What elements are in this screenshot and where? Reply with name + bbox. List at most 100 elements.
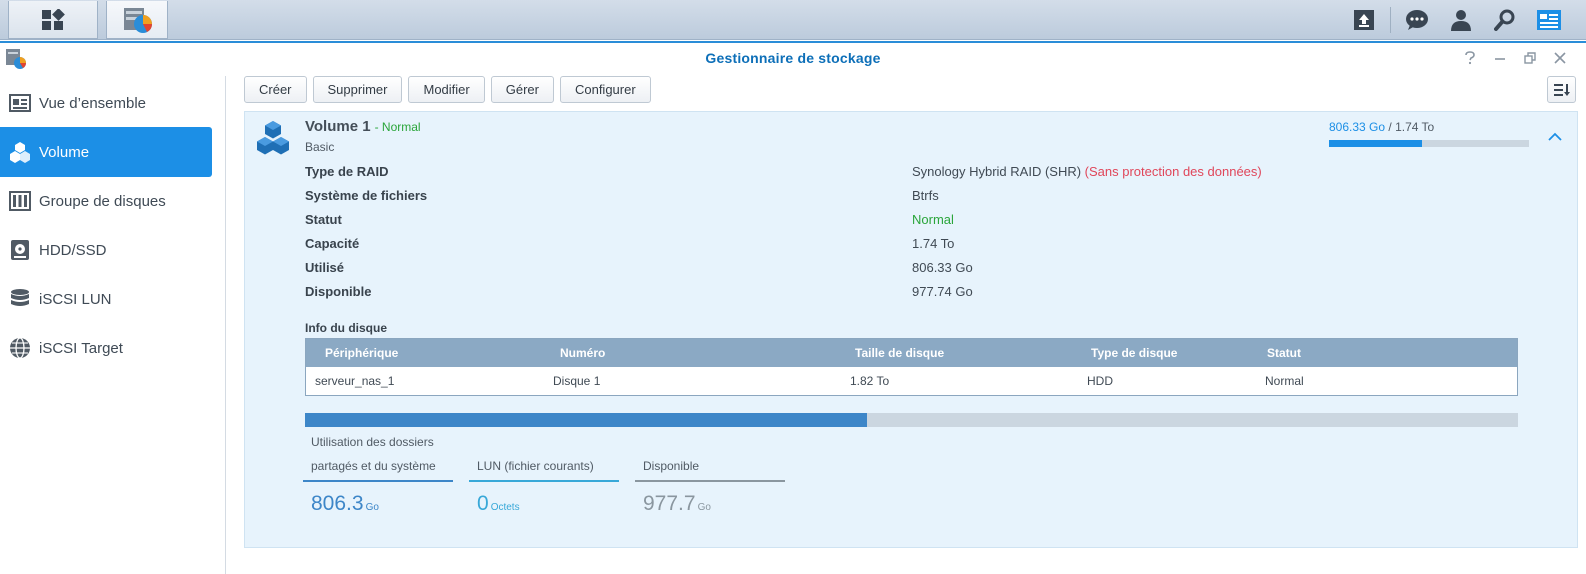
database-icon bbox=[9, 288, 31, 310]
legend-label: Disponible bbox=[635, 432, 785, 480]
usage-mini-bar bbox=[1329, 140, 1529, 147]
help-button[interactable] bbox=[1458, 48, 1482, 68]
chevron-up-icon bbox=[1548, 132, 1562, 141]
widgets-icon bbox=[1537, 10, 1561, 30]
search-icon bbox=[1494, 9, 1515, 31]
prop-label-used: Utilisé bbox=[305, 260, 345, 275]
legend-unit: Octets bbox=[490, 502, 520, 513]
overview-icon bbox=[9, 92, 31, 114]
chat-icon bbox=[1406, 10, 1428, 30]
column-header-disk-type: Type de disque bbox=[1091, 346, 1178, 360]
legend-label-line2: Disponible bbox=[643, 459, 700, 473]
window-controls bbox=[1458, 48, 1572, 68]
sidebar-item-label: iSCSI LUN bbox=[39, 290, 112, 308]
sidebar-item-disk-group[interactable]: Groupe de disques bbox=[0, 176, 212, 226]
prop-value-status: Normal bbox=[912, 212, 954, 227]
legend-unit: Go bbox=[697, 502, 711, 513]
sidebar-item-label: HDD/SSD bbox=[39, 241, 107, 259]
taskbar bbox=[0, 0, 1586, 40]
main-menu-button[interactable] bbox=[8, 1, 98, 39]
usage-total: 1.74 To bbox=[1395, 120, 1435, 134]
legend-underline bbox=[635, 480, 785, 482]
delete-button[interactable]: Supprimer bbox=[312, 76, 403, 103]
chat-button[interactable] bbox=[1395, 0, 1439, 40]
legend-item-lun: LUN (fichier courants) 0 Octets bbox=[469, 432, 619, 516]
sort-button[interactable] bbox=[1547, 76, 1576, 103]
column-header-disk-size: Taille de disque bbox=[855, 346, 945, 360]
legend-item-shared-folders: Utilisation des dossiers partagés et du … bbox=[303, 432, 453, 516]
disk-info-table: Périphérique Numéro Taille de disque Typ… bbox=[305, 338, 1518, 396]
usage-separator: / bbox=[1385, 120, 1396, 134]
restore-button[interactable] bbox=[1518, 48, 1542, 68]
prop-value-available: 977.74 Go bbox=[912, 284, 973, 299]
close-icon bbox=[1554, 52, 1566, 64]
legend-value: 806.3 Go bbox=[303, 492, 453, 516]
toolbar: Créer Supprimer Modifier Gérer Configure… bbox=[244, 76, 651, 104]
legend-number: 0 bbox=[477, 492, 489, 515]
cell-number: Disque 1 bbox=[553, 374, 601, 388]
column-header-device: Périphérique bbox=[325, 346, 399, 360]
hdd-icon bbox=[9, 239, 31, 261]
sidebar-item-hdd-ssd[interactable]: HDD/SSD bbox=[0, 225, 212, 275]
table-row[interactable]: serveur_nas_1 Disque 1 1.82 To HDD Norma… bbox=[306, 367, 1517, 395]
window-title-bar: Gestionnaire de stockage bbox=[0, 41, 1586, 74]
volume-title: Volume 1- Normal bbox=[305, 118, 421, 135]
edit-button[interactable]: Modifier bbox=[408, 76, 485, 103]
cell-disk-size: 1.82 To bbox=[850, 374, 890, 388]
table-header: Périphérique Numéro Taille de disque Typ… bbox=[306, 339, 1517, 367]
search-button[interactable] bbox=[1483, 0, 1527, 40]
legend-label-line2: LUN (fichier courants) bbox=[477, 459, 594, 473]
volume-usage-text: 806.33 Go / 1.74 To bbox=[1329, 120, 1434, 134]
sidebar-item-label: Volume bbox=[39, 143, 90, 161]
column-header-number: Numéro bbox=[560, 346, 606, 360]
volume-name: Volume 1 bbox=[305, 118, 371, 135]
usage-used: 806.33 Go bbox=[1329, 120, 1386, 134]
sidebar-item-iscsi-target[interactable]: iSCSI Target bbox=[0, 323, 212, 373]
storage-manager-taskbar-button[interactable] bbox=[106, 1, 168, 39]
volume-subtitle: Basic bbox=[305, 140, 335, 154]
upload-button[interactable] bbox=[1342, 0, 1386, 40]
cell-disk-type: HDD bbox=[1087, 374, 1113, 388]
restore-icon bbox=[1524, 52, 1536, 64]
volume-icon bbox=[9, 141, 31, 163]
sidebar-item-iscsi-lun[interactable]: iSCSI LUN bbox=[0, 274, 212, 324]
legend-item-available: Disponible 977.7 Go bbox=[635, 432, 785, 516]
sidebar-item-label: Groupe de disques bbox=[39, 192, 166, 210]
prop-label-status: Statut bbox=[305, 212, 342, 227]
raid-type-value: Synology Hybrid RAID (SHR) bbox=[912, 164, 1082, 179]
volume-cubes-icon bbox=[257, 121, 289, 155]
taskbar-separator bbox=[1390, 7, 1391, 33]
legend-underline bbox=[303, 480, 453, 482]
minimize-icon bbox=[1495, 58, 1505, 60]
legend-value: 0 Octets bbox=[469, 492, 619, 516]
collapse-button[interactable] bbox=[1545, 128, 1565, 144]
legend-label: Utilisation des dossiers partagés et du … bbox=[303, 432, 453, 480]
legend-unit: Go bbox=[365, 502, 379, 513]
sidebar-item-label: iSCSI Target bbox=[39, 339, 123, 357]
prop-label-available: Disponible bbox=[305, 284, 372, 299]
legend-underline bbox=[469, 480, 619, 482]
storage-manager-icon bbox=[124, 7, 152, 33]
legend-value: 977.7 Go bbox=[635, 492, 785, 516]
configure-button[interactable]: Configurer bbox=[559, 76, 651, 103]
prop-label-filesystem: Système de fichiers bbox=[305, 188, 428, 203]
window-title: Gestionnaire de stockage bbox=[705, 50, 881, 66]
user-icon bbox=[1451, 10, 1471, 31]
legend-number: 806.3 bbox=[311, 492, 364, 515]
widgets-button[interactable] bbox=[1527, 0, 1571, 40]
manage-button[interactable]: Gérer bbox=[490, 76, 554, 103]
prop-label-raid-type: Type de RAID bbox=[305, 164, 389, 179]
legend-label-line2: partagés et du système bbox=[311, 459, 436, 473]
sidebar-item-overview[interactable]: Vue d’ensemble bbox=[0, 78, 212, 128]
prop-value-capacity: 1.74 To bbox=[912, 236, 955, 251]
sidebar-item-volume[interactable]: Volume bbox=[0, 127, 212, 177]
close-button[interactable] bbox=[1548, 48, 1572, 68]
volume-usage-bar-fill bbox=[305, 413, 868, 427]
legend-label: LUN (fichier courants) bbox=[469, 432, 619, 480]
user-button[interactable] bbox=[1439, 0, 1483, 40]
cell-status: Normal bbox=[1265, 374, 1304, 388]
prop-label-capacity: Capacité bbox=[305, 236, 360, 251]
create-button[interactable]: Créer bbox=[244, 76, 307, 103]
help-icon bbox=[1465, 51, 1475, 65]
minimize-button[interactable] bbox=[1488, 48, 1512, 68]
